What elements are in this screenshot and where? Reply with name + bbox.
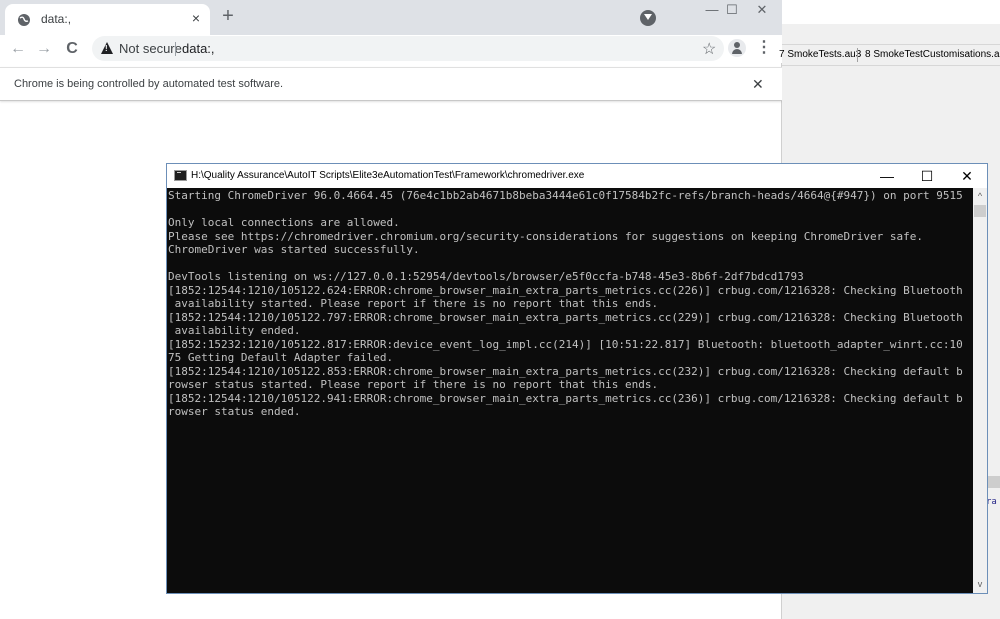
back-button[interactable]: ← xyxy=(8,38,28,60)
new-tab-button[interactable]: + xyxy=(218,6,238,26)
console-line: rowser status started. Please report if … xyxy=(168,378,659,391)
security-label[interactable]: Not secure xyxy=(119,41,182,56)
console-icon xyxy=(174,170,187,181)
scrollbar-thumb[interactable] xyxy=(974,205,986,217)
console-title-bar[interactable]: H:\Quality Assurance\AutoIT Scripts\Elit… xyxy=(167,164,987,188)
menu-icon[interactable]: ⋮ xyxy=(756,39,772,57)
browser-toolbar: ← → C Not secure data:, ☆ ⋮ xyxy=(0,35,782,63)
editor-scrollbar-thumb[interactable] xyxy=(987,476,1000,488)
tab-title: data:, xyxy=(41,12,72,26)
console-line: [1852:12544:1210/105122.941:ERROR:chrome… xyxy=(168,391,963,405)
globe-icon xyxy=(18,14,30,26)
console-close-button[interactable]: ✕ xyxy=(947,166,987,186)
infobar-close-icon[interactable]: ✕ xyxy=(752,76,764,93)
console-line: rowser status ended. xyxy=(168,405,301,418)
warning-icon[interactable] xyxy=(101,42,113,54)
scroll-down-icon[interactable]: v xyxy=(973,579,987,591)
console-line: [1852:12544:1210/105122.797:ERROR:chrome… xyxy=(168,310,963,324)
console-minimize-button[interactable]: — xyxy=(867,166,907,186)
console-line: 75 Getting Default Adapter failed. xyxy=(168,351,394,364)
address-bar[interactable]: Not secure data:, ☆ xyxy=(92,36,724,61)
console-scrollbar[interactable]: ^ v xyxy=(973,188,987,593)
url-text[interactable]: data:, xyxy=(182,41,215,56)
account-icon[interactable] xyxy=(728,39,746,57)
editor-tab-bar: 7 SmokeTests.au3 8 SmokeTestCustomisatio… xyxy=(779,44,1000,66)
forward-button[interactable]: → xyxy=(34,38,54,60)
console-line: [1852:12544:1210/105122.624:ERROR:chrome… xyxy=(168,283,963,297)
console-line: availability ended. xyxy=(168,324,301,337)
background-editor-top xyxy=(782,0,1000,24)
console-line: [1852:15232:1210/105122.817:ERROR:device… xyxy=(168,337,963,351)
console-window: H:\Quality Assurance\AutoIT Scripts\Elit… xyxy=(166,163,988,594)
console-line: ChromeDriver was started successfully. xyxy=(168,243,420,256)
console-line: availability started. Please report if t… xyxy=(168,297,659,310)
console-line: Starting ChromeDriver 96.0.4664.45 (76e4… xyxy=(168,189,963,202)
close-window-button[interactable]: ✕ xyxy=(742,0,782,20)
console-line: [1852:12544:1210/105122.853:ERROR:chrome… xyxy=(168,364,963,378)
automation-infobar: Chrome is being controlled by automated … xyxy=(0,67,782,101)
reload-button[interactable]: C xyxy=(62,38,82,60)
omnibox-divider xyxy=(175,42,176,56)
bookmark-star-icon[interactable]: ☆ xyxy=(702,39,716,59)
editor-tab[interactable]: 8 SmokeTestCustomisations.au3 xyxy=(865,49,1000,60)
scroll-up-icon[interactable]: ^ xyxy=(973,191,987,203)
console-title: H:\Quality Assurance\AutoIT Scripts\Elit… xyxy=(191,170,585,181)
infobar-text: Chrome is being controlled by automated … xyxy=(14,78,284,90)
console-line: Please see https://chromedriver.chromium… xyxy=(168,229,923,243)
chrome-profile-icon[interactable] xyxy=(640,10,656,26)
editor-tab[interactable]: 7 SmokeTests.au3 xyxy=(779,49,861,60)
tab-strip: data:, × + — ☐ ✕ xyxy=(0,0,782,35)
tab-close-icon[interactable]: × xyxy=(187,9,205,27)
console-line: DevTools listening on ws://127.0.0.1:529… xyxy=(168,270,804,283)
console-line: Only local connections are allowed. xyxy=(168,216,400,229)
console-output[interactable]: Starting ChromeDriver 96.0.4664.45 (76e4… xyxy=(168,189,973,593)
browser-tab[interactable]: data:, × xyxy=(5,4,210,35)
editor-tab-divider xyxy=(857,48,858,62)
console-maximize-button[interactable]: ☐ xyxy=(907,166,947,186)
